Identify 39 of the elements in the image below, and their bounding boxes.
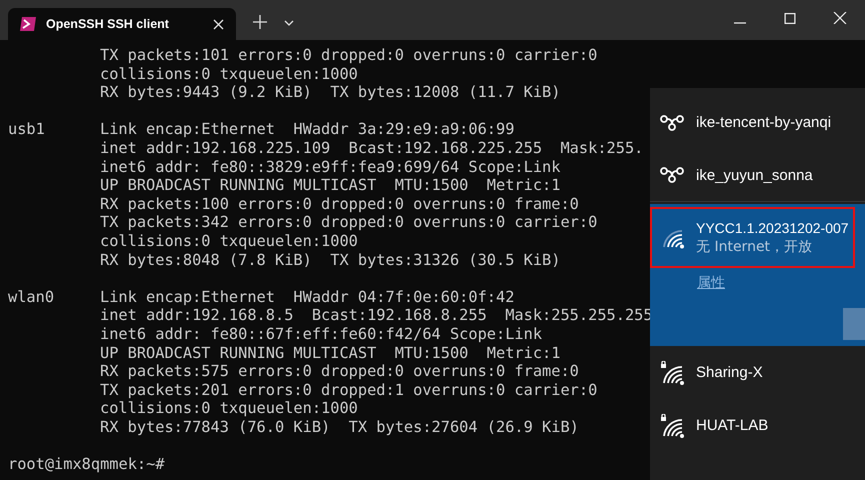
- terminal-tab[interactable]: OpenSSH SSH client: [8, 8, 236, 40]
- terminal-line: UP BROADCAST RUNNING MULTICAST MTU:1500 Metric:1: [100, 344, 560, 362]
- terminal-line: TX packets:201 errors:0 dropped:1 overruns:0 carrier:0: [100, 380, 598, 400]
- network-status: 无 Internet，开放: [696, 238, 814, 256]
- secured-wifi-icon: [660, 414, 684, 438]
- interface-name: usb1: [8, 120, 45, 138]
- new-tab-icon[interactable]: [253, 15, 267, 29]
- properties-link[interactable]: 属性: [697, 274, 725, 292]
- terminal-line: TX packets:101 errors:0 dropped:0 overruns:0 carrier:0: [100, 46, 598, 65]
- terminal-line: RX packets:100 errors:0 dropped:0 overruns:0 frame:0: [100, 194, 579, 214]
- interface-name: wlan0: [8, 288, 54, 306]
- network-item[interactable]: ike_yuyun_sonna: [650, 149, 865, 202]
- network-item[interactable]: YYCC1.1.20231202-007 无 Internet，开放 属性: [650, 204, 865, 346]
- terminal-line: collisions:0 txqueuelen:1000: [100, 232, 358, 251]
- terminal-line: inet6 addr: fe80::67f:eff:fe60:f42/64 Scope:Link: [100, 324, 542, 344]
- terminal-line: RX bytes:77843 (76.0 KiB) TX bytes:27604 (26.9 KiB): [100, 418, 579, 436]
- terminal-line: collisions:0 txqueuelen:1000: [100, 64, 358, 84]
- shell-prompt: root@imx8qmmek:~#: [8, 455, 165, 474]
- network-item[interactable]: Sharing-X: [650, 346, 865, 399]
- close-tab-icon[interactable]: [213, 18, 224, 30]
- terminal-line: Link encap:Ethernet HWaddr 04:7f:0e:60:0f:42: [100, 288, 514, 306]
- terminal-line: collisions:0 txqueuelen:1000: [100, 399, 358, 418]
- terminal-line: inet addr:192.168.8.5 Bcast:192.168.8.255 Mask:255.255.255: [100, 306, 653, 325]
- terminal-line: RX packets:575 errors:0 dropped:0 overruns:0 frame:0: [100, 362, 579, 381]
- link-icon: [660, 114, 684, 132]
- network-item[interactable]: ike-tencent-by-yanqi: [650, 96, 865, 149]
- secured-wifi-icon: [660, 360, 684, 384]
- terminal-icon: [20, 17, 36, 31]
- terminal-line: UP BROADCAST RUNNING MULTICAST MTU:1500 Metric:1: [100, 176, 560, 195]
- terminal-line: inet addr:192.168.225.109 Bcast:192.168.225.255 Mask:255.: [100, 138, 644, 158]
- terminal-line: RX bytes:9443 (9.2 KiB) TX bytes:12008 (11.7 KiB): [100, 83, 560, 102]
- tab-title: OpenSSH SSH client: [46, 17, 170, 31]
- network-item[interactable]: HUAT-LAB: [650, 399, 865, 452]
- terminal-line: TX packets:342 errors:0 dropped:0 overruns:0 carrier:0: [100, 213, 598, 232]
- terminal-line: Link encap:Ethernet HWaddr 3a:29:e9:a9:06:99: [100, 120, 514, 139]
- terminal-line: inet6 addr: fe80::3829:e9ff:fea9:699/64 Scope:Link: [100, 158, 560, 176]
- terminal-line: RX bytes:8048 (7.8 KiB) TX bytes:31326 (30.5 KiB): [100, 250, 560, 270]
- dropdown-icon[interactable]: [284, 20, 294, 26]
- link-icon: [660, 166, 684, 184]
